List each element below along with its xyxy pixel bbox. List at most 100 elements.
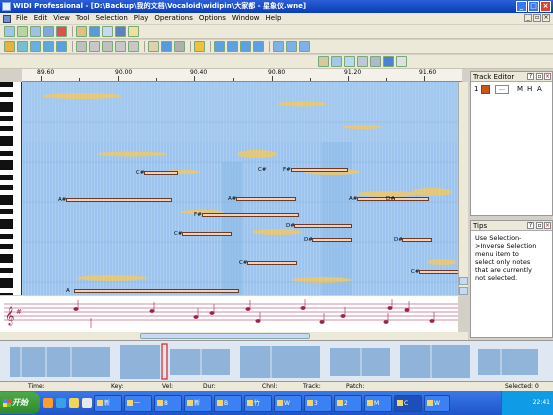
pointer-icon[interactable] — [214, 41, 225, 52]
scroll-down-button[interactable] — [459, 287, 468, 295]
delete-icon[interactable] — [56, 26, 67, 37]
piano-black-key[interactable] — [0, 243, 13, 249]
taskbar-item[interactable]: 8 — [154, 394, 182, 412]
note-bar[interactable] — [202, 213, 299, 217]
title-bar[interactable]: WIDI Professional - [D:\Backup\我的文档\Voca… — [0, 0, 553, 13]
settings-icon[interactable] — [115, 26, 126, 37]
split-icon[interactable] — [30, 41, 41, 52]
note-bar[interactable] — [144, 171, 178, 175]
close-button[interactable]: × — [540, 1, 551, 12]
taskbar-item-active[interactable]: C — [394, 394, 422, 412]
track-name-button[interactable]: ... — [495, 85, 509, 94]
track-hide-toggle[interactable]: H — [527, 82, 532, 96]
recognize-icon[interactable] — [17, 26, 28, 37]
merge-icon[interactable] — [43, 41, 54, 52]
metronome-icon[interactable] — [194, 41, 205, 52]
piano-black-key[interactable] — [0, 150, 13, 156]
song-overview[interactable] — [0, 340, 553, 382]
piano-black-key[interactable] — [0, 126, 13, 132]
zoom-out-icon[interactable] — [286, 41, 297, 52]
piano-black-key[interactable] — [0, 184, 13, 190]
panel-close-icon[interactable]: × — [544, 222, 551, 229]
draw-note-icon[interactable] — [227, 41, 238, 52]
menu-play[interactable]: Play — [131, 13, 152, 24]
save-icon[interactable] — [43, 26, 54, 37]
roll-view-icon[interactable] — [331, 56, 342, 67]
help-icon[interactable] — [128, 26, 139, 37]
copy-icon[interactable] — [89, 41, 100, 52]
score-staff[interactable]: 𝄞 # — [0, 296, 458, 332]
quicklaunch-ie-icon[interactable] — [56, 398, 66, 408]
panel-help-icon[interactable]: ? — [527, 73, 534, 80]
piano-black-key[interactable] — [0, 209, 13, 215]
score-view-icon[interactable] — [318, 56, 329, 67]
taskbar-item[interactable]: M — [364, 394, 392, 412]
play-icon[interactable] — [161, 41, 172, 52]
figure-icon[interactable] — [396, 56, 407, 67]
open-icon[interactable] — [4, 26, 15, 37]
vertical-scrollbar[interactable] — [458, 82, 468, 295]
piano-black-key[interactable] — [0, 175, 13, 181]
mixer-view-icon[interactable] — [357, 56, 368, 67]
panel-pin-icon[interactable]: ▫ — [536, 73, 543, 80]
undo-icon[interactable] — [115, 41, 126, 52]
menu-options[interactable]: Options — [196, 13, 229, 24]
paste-icon[interactable] — [102, 41, 113, 52]
piano-black-key[interactable] — [0, 82, 13, 87]
piano-black-key[interactable] — [0, 106, 13, 112]
piano-black-key[interactable] — [0, 140, 13, 146]
taskbar-item[interactable]: W — [274, 394, 302, 412]
track-active-toggle[interactable]: A — [537, 82, 542, 96]
piano-black-key[interactable] — [0, 282, 13, 288]
note-bar[interactable] — [236, 197, 296, 201]
piano-keyboard[interactable] — [0, 82, 22, 295]
taskbar-item[interactable]: 2 — [334, 394, 362, 412]
panel-close-icon[interactable]: × — [544, 73, 551, 80]
piano-black-key[interactable] — [0, 233, 13, 239]
horizontal-scrollbar[interactable] — [0, 332, 468, 340]
redo-icon[interactable] — [128, 41, 139, 52]
taskbar-item[interactable]: 3 — [304, 394, 332, 412]
export-icon[interactable] — [30, 26, 41, 37]
note-bar[interactable] — [294, 224, 352, 228]
start-button[interactable]: 开始 — [0, 392, 40, 414]
menu-edit[interactable]: Edit — [31, 13, 51, 24]
piano-black-key[interactable] — [0, 116, 13, 122]
move-icon[interactable] — [56, 41, 67, 52]
maximize-button[interactable]: □ — [528, 1, 539, 12]
track-mute-toggle[interactable]: M — [517, 82, 523, 96]
stop-icon[interactable] — [174, 41, 185, 52]
taskbar-item[interactable]: 竹 — [244, 394, 272, 412]
piano-roll-grid[interactable]: C# A# F# C# F# A# A# D# D# C# D# D# C# C# A — [22, 82, 458, 295]
track-row[interactable]: 1 ... M H A — [471, 82, 552, 96]
clock[interactable]: 22:41 — [533, 399, 550, 406]
menu-view[interactable]: View — [50, 13, 73, 24]
list-view-icon[interactable] — [344, 56, 355, 67]
menu-file[interactable]: File — [13, 13, 31, 24]
track-color-swatch[interactable] — [481, 85, 490, 94]
doc-restore-button[interactable]: ▫ — [533, 14, 541, 22]
menu-tool[interactable]: Tool — [73, 13, 93, 24]
menu-operations[interactable]: Operations — [151, 13, 195, 24]
piano-black-key[interactable] — [0, 268, 13, 274]
panel-help-icon[interactable]: ? — [527, 222, 534, 229]
scroll-thumb[interactable] — [140, 333, 310, 339]
cut-icon[interactable] — [76, 41, 87, 52]
doc-close-button[interactable]: × — [542, 14, 550, 22]
menu-help[interactable]: Help — [263, 13, 285, 24]
select-icon[interactable] — [17, 41, 28, 52]
note-bar[interactable] — [182, 232, 232, 236]
quicklaunch-folder-icon[interactable] — [69, 398, 79, 408]
piano-black-key[interactable] — [0, 292, 13, 295]
pencil-icon[interactable] — [4, 41, 15, 52]
menu-window[interactable]: Window — [229, 13, 263, 24]
taskbar-item[interactable]: W — [424, 394, 450, 412]
note-bar[interactable] — [66, 198, 172, 202]
taskbar-item[interactable]: B — [214, 394, 242, 412]
document-icon[interactable] — [3, 14, 11, 23]
piano-black-key[interactable] — [0, 224, 13, 230]
properties-icon[interactable] — [102, 26, 113, 37]
zoom-fit-icon[interactable] — [299, 41, 310, 52]
erase-icon[interactable] — [240, 41, 251, 52]
note-bar[interactable] — [247, 261, 297, 265]
